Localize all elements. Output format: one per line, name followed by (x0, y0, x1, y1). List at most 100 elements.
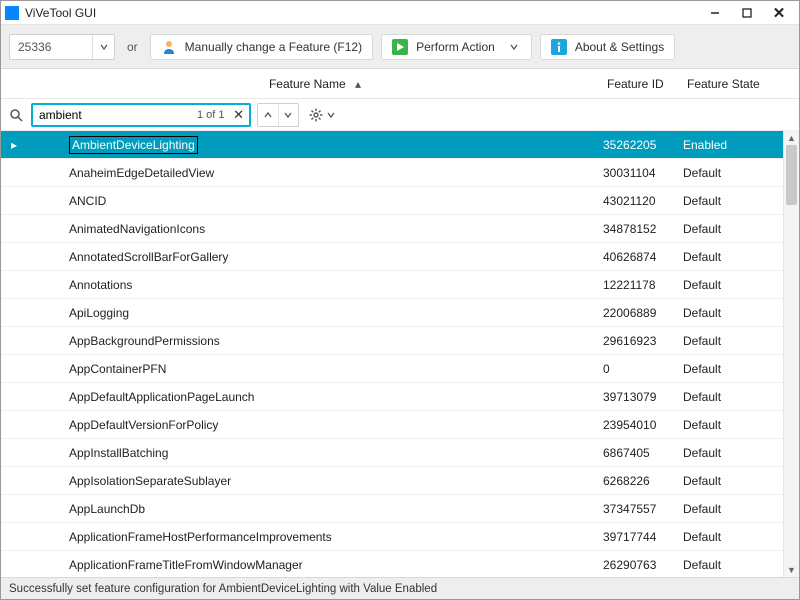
scroll-thumb[interactable] (786, 145, 797, 205)
cell-feature-name: AppContainerPFN (27, 362, 603, 376)
table-row[interactable]: AppDefaultApplicationPageLaunch39713079D… (1, 383, 783, 411)
gear-icon[interactable] (309, 108, 323, 122)
cell-feature-state: Default (683, 530, 783, 544)
vertical-scrollbar[interactable]: ▲ ▼ (783, 131, 799, 577)
cell-feature-id: 22006889 (603, 306, 683, 320)
search-clear-button[interactable]: ✕ (229, 107, 249, 123)
col-header-state[interactable]: Feature State (683, 77, 783, 91)
cell-feature-state: Default (683, 418, 783, 432)
table-row[interactable]: AppLaunchDb37347557Default (1, 495, 783, 523)
col-header-name-label: Feature Name (269, 77, 346, 91)
close-button[interactable]: ✕ (763, 3, 795, 23)
cell-feature-name: ApplicationFrameTitleFromWindowManager (27, 558, 603, 572)
minimize-button[interactable] (699, 3, 731, 23)
search-options (305, 103, 339, 127)
table-row[interactable]: ApplicationFrameHostPerformanceImproveme… (1, 523, 783, 551)
table-row[interactable]: AppInstallBatching6867405Default (1, 439, 783, 467)
cell-feature-name: AnimatedNavigationIcons (27, 222, 603, 236)
perform-action-label: Perform Action (416, 40, 495, 54)
minimize-icon (710, 8, 720, 18)
cell-feature-id: 12221178 (603, 278, 683, 292)
toolbar: or Manually change a Feature (F12) Perfo… (1, 25, 799, 69)
table-row[interactable]: ApplicationFrameTitleFromWindowManager26… (1, 551, 783, 577)
chevron-down-icon (510, 43, 518, 51)
search-prev-button[interactable] (258, 104, 278, 126)
maximize-icon (742, 8, 752, 18)
cell-feature-state: Default (683, 446, 783, 460)
scroll-up-button[interactable]: ▲ (784, 131, 799, 145)
row-indicator: ▸ (1, 138, 27, 152)
cell-feature-id: 29616923 (603, 334, 683, 348)
search-match-count: 1 of 1 (193, 109, 229, 121)
table-row[interactable]: AppIsolationSeparateSublayer6268226Defau… (1, 467, 783, 495)
user-icon (161, 39, 177, 55)
cell-feature-name: ANCID (27, 194, 603, 208)
about-settings-button[interactable]: About & Settings (540, 34, 675, 60)
cell-feature-name: AnaheimEdgeDetailedView (27, 166, 603, 180)
table-row[interactable]: Annotations12221178Default (1, 271, 783, 299)
cell-feature-id: 37347557 (603, 502, 683, 516)
perform-action-button[interactable]: Perform Action (381, 34, 532, 60)
cell-feature-state: Default (683, 306, 783, 320)
cell-feature-id: 26290763 (603, 558, 683, 572)
app-icon (5, 6, 19, 20)
cell-feature-id: 35262205 (603, 138, 683, 152)
search-next-button[interactable] (278, 104, 298, 126)
table-row[interactable]: ANCID43021120Default (1, 187, 783, 215)
chevron-down-icon (100, 43, 108, 51)
build-combo-input[interactable] (10, 40, 92, 54)
cell-feature-state: Default (683, 502, 783, 516)
table-row[interactable]: AppDefaultVersionForPolicy23954010Defaul… (1, 411, 783, 439)
cell-feature-state: Default (683, 194, 783, 208)
cell-feature-state: Default (683, 362, 783, 376)
cell-feature-name: AppIsolationSeparateSublayer (27, 474, 603, 488)
perform-action-dropdown[interactable] (507, 43, 521, 51)
table-row[interactable]: AnnotatedScrollBarForGallery40626874Defa… (1, 243, 783, 271)
cell-feature-id: 6867405 (603, 446, 683, 460)
cell-feature-name: AppInstallBatching (27, 446, 603, 460)
cell-feature-name: AppDefaultApplicationPageLaunch (27, 390, 603, 404)
chevron-down-icon (284, 111, 292, 119)
table-row[interactable]: AnaheimEdgeDetailedView30031104Default (1, 159, 783, 187)
cell-feature-name: AnnotatedScrollBarForGallery (27, 250, 603, 264)
cell-feature-id: 0 (603, 362, 683, 376)
cell-feature-state: Default (683, 474, 783, 488)
manual-change-label: Manually change a Feature (F12) (185, 40, 362, 54)
chevron-down-icon (327, 111, 335, 119)
cell-feature-id: 6268226 (603, 474, 683, 488)
search-input[interactable] (33, 108, 193, 122)
cell-feature-name: ApiLogging (27, 306, 603, 320)
cell-feature-id: 34878152 (603, 222, 683, 236)
col-header-name[interactable]: Feature Name ▴ (27, 77, 603, 91)
col-header-id[interactable]: Feature ID (603, 77, 683, 91)
window-title: ViVeTool GUI (25, 6, 699, 20)
statusbar: Successfully set feature configuration f… (1, 577, 799, 599)
build-combo[interactable] (9, 34, 115, 60)
maximize-button[interactable] (731, 3, 763, 23)
cell-feature-state: Default (683, 558, 783, 572)
search-options-dropdown[interactable] (327, 111, 335, 119)
cell-feature-state: Default (683, 250, 783, 264)
cell-feature-id: 40626874 (603, 250, 683, 264)
cell-feature-id: 39717744 (603, 530, 683, 544)
cell-feature-state: Default (683, 166, 783, 180)
search-icon (7, 108, 25, 122)
cell-feature-state: Default (683, 278, 783, 292)
table-row[interactable]: ▸AmbientDeviceLighting35262205Enabled (1, 131, 783, 159)
cell-feature-name: AmbientDeviceLighting (27, 138, 603, 152)
titlebar: ViVeTool GUI ✕ (1, 1, 799, 25)
cell-feature-name: AppLaunchDb (27, 502, 603, 516)
build-combo-dropdown[interactable] (92, 35, 114, 59)
table-row[interactable]: AppContainerPFN0Default (1, 355, 783, 383)
grid-header: Feature Name ▴ Feature ID Feature State (1, 69, 799, 99)
scroll-down-button[interactable]: ▼ (784, 563, 799, 577)
chevron-up-icon (264, 111, 272, 119)
manual-change-button[interactable]: Manually change a Feature (F12) (150, 34, 373, 60)
table-row[interactable]: AnimatedNavigationIcons34878152Default (1, 215, 783, 243)
about-settings-label: About & Settings (575, 40, 664, 54)
status-text: Successfully set feature configuration f… (9, 583, 437, 595)
table-row[interactable]: ApiLogging22006889Default (1, 299, 783, 327)
cell-feature-name: ApplicationFrameHostPerformanceImproveme… (27, 530, 603, 544)
table-row[interactable]: AppBackgroundPermissions29616923Default (1, 327, 783, 355)
cell-feature-state: Enabled (683, 138, 783, 152)
